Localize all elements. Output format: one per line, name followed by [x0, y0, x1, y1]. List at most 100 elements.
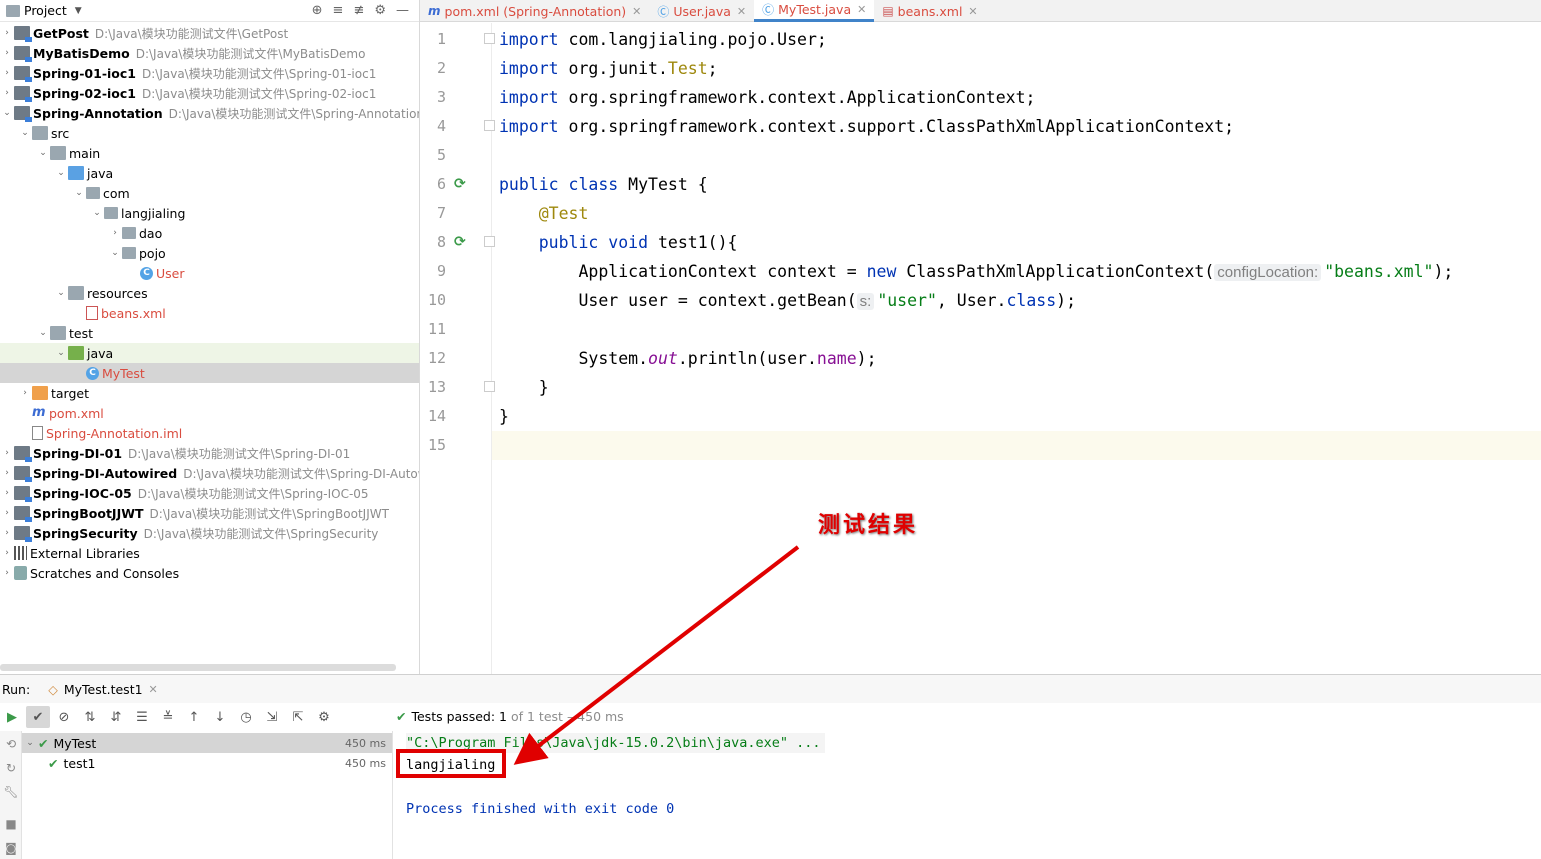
stop-icon[interactable]: ■: [3, 817, 19, 833]
editor-tab[interactable]: Ⓒ MyTest.java ✕: [754, 0, 875, 22]
close-icon[interactable]: ✕: [149, 683, 158, 696]
editor-tab[interactable]: ▤ beans.xml ✕: [874, 0, 985, 22]
chevron-down-icon[interactable]: ⌄: [18, 128, 32, 138]
rerun-failed-icon[interactable]: ⟲: [3, 737, 19, 753]
chevron-right-icon[interactable]: ›: [0, 88, 14, 98]
chevron-right-icon[interactable]: ›: [0, 508, 14, 518]
tree-item[interactable]: › SpringSecurity D:\Java\模块功能测试文件\SpringSe…: [0, 523, 419, 543]
tree-item[interactable]: › External Libraries: [0, 543, 419, 563]
tree-item[interactable]: ⌄ Spring-Annotation D:\Java\模块功能测试文件\Sprin…: [0, 103, 419, 123]
wrench-icon[interactable]: 🔧︎: [3, 785, 19, 801]
history-icon[interactable]: ◷: [234, 706, 258, 728]
close-icon[interactable]: ✕: [632, 5, 641, 18]
code-line-13[interactable]: }: [499, 373, 1541, 402]
collapse-all-icon[interactable]: ≢: [353, 3, 364, 18]
chevron-down-icon[interactable]: ⌄: [36, 328, 50, 338]
tree-item[interactable]: › dao: [0, 223, 419, 243]
code-line-2[interactable]: import org.junit.Test;: [499, 54, 1541, 83]
code-line-8[interactable]: public void test1(){: [499, 228, 1541, 257]
locate-icon[interactable]: ⊕: [312, 3, 323, 18]
toggle-autotest-icon[interactable]: ↻: [3, 761, 19, 777]
close-icon[interactable]: ✕: [968, 5, 977, 18]
code-line-15-current[interactable]: [492, 431, 1541, 460]
code-line-7[interactable]: @Test: [499, 199, 1541, 228]
expand-all-icon[interactable]: ≡: [333, 3, 344, 18]
chevron-down-icon[interactable]: ▼: [75, 6, 82, 16]
tree-item[interactable]: ⌄ com: [0, 183, 419, 203]
fold-marker[interactable]: [484, 381, 495, 392]
tree-item[interactable]: ⌄ java: [0, 343, 419, 363]
code-line-3[interactable]: import org.springframework.context.Appli…: [499, 83, 1541, 112]
run-test-gutter-icon[interactable]: ⟳: [454, 176, 470, 192]
tree-item[interactable]: beans.xml: [0, 303, 419, 323]
chevron-right-icon[interactable]: ›: [0, 488, 14, 498]
tree-item[interactable]: › Spring-DI-Autowired D:\Java\模块功能测试文件\Spr…: [0, 463, 419, 483]
chevron-down-icon[interactable]: ⌄: [0, 108, 14, 118]
tree-item[interactable]: › Spring-01-ioc1 D:\Java\模块功能测试文件\Spring-0…: [0, 63, 419, 83]
tree-item[interactable]: › MyBatisDemo D:\Java\模块功能测试文件\MyBatisDemo: [0, 43, 419, 63]
chevron-right-icon[interactable]: ›: [0, 68, 14, 78]
tree-item[interactable]: ⌄ java: [0, 163, 419, 183]
tree-item[interactable]: ⌄ langjialing: [0, 203, 419, 223]
project-panel-title[interactable]: Project: [24, 3, 67, 18]
tree-item[interactable]: ⌄ src: [0, 123, 419, 143]
chevron-down-icon[interactable]: ⌄: [36, 148, 50, 158]
tree-item[interactable]: ⌄ resources: [0, 283, 419, 303]
next-failed-icon[interactable]: ↓: [208, 706, 232, 728]
chevron-right-icon[interactable]: ›: [0, 468, 14, 478]
tree-item[interactable]: ⌄ pojo: [0, 243, 419, 263]
code-editor[interactable]: 1 2 3 4 5 6 7 8 9 10 11 12 13 14 15 ⟳ ⟳ import com.langj…: [420, 23, 1541, 674]
sort-duration-icon[interactable]: ⇵: [104, 706, 128, 728]
chevron-down-icon[interactable]: ⌄: [108, 248, 122, 258]
tree-item[interactable]: › Scratches and Consoles: [0, 563, 419, 583]
export-tests-icon[interactable]: ⇱: [286, 706, 310, 728]
close-icon[interactable]: ✕: [737, 5, 746, 18]
chevron-down-icon[interactable]: ⌄: [90, 208, 104, 218]
code-line-9[interactable]: ApplicationContext context = new ClassPa…: [499, 257, 1541, 286]
prev-failed-icon[interactable]: ↑: [182, 706, 206, 728]
tree-item[interactable]: C User: [0, 263, 419, 283]
chevron-down-icon[interactable]: ⌄: [72, 188, 86, 198]
gear-icon[interactable]: ⚙: [312, 706, 336, 728]
camera-icon[interactable]: ◙: [3, 841, 19, 857]
chevron-right-icon[interactable]: ›: [0, 48, 14, 58]
expand-all-icon[interactable]: ☰: [130, 706, 154, 728]
sort-alpha-icon[interactable]: ⇅: [78, 706, 102, 728]
collapse-all-icon[interactable]: ≚: [156, 706, 180, 728]
close-icon[interactable]: ✕: [857, 3, 866, 16]
chevron-right-icon[interactable]: ›: [0, 28, 14, 38]
console-output[interactable]: "C:\Program Files\Java\jdk-15.0.2\bin\ja…: [394, 731, 1541, 859]
rerun-icon[interactable]: ▶: [0, 706, 24, 728]
tree-item[interactable]: › SpringBootJJWT D:\Java\模块功能测试文件\SpringBo…: [0, 503, 419, 523]
chevron-down-icon[interactable]: ⌄: [54, 288, 68, 298]
show-passed-icon[interactable]: ✔: [26, 706, 50, 728]
run-tab[interactable]: ◇ MyTest.test1 ✕: [48, 682, 158, 697]
fold-marker[interactable]: [484, 33, 495, 44]
chevron-right-icon[interactable]: ›: [0, 548, 14, 558]
code-line-10[interactable]: User user = context.getBean(s: "user", Us…: [499, 286, 1541, 315]
gear-icon[interactable]: ⚙: [374, 3, 386, 18]
tree-item[interactable]: › Spring-02-ioc1 D:\Java\模块功能测试文件\Spring-0…: [0, 83, 419, 103]
test-row-suite[interactable]: ⌄ ✔ MyTest 450 ms: [22, 733, 392, 753]
chevron-right-icon[interactable]: ›: [0, 528, 14, 538]
tree-item[interactable]: ⌄ main: [0, 143, 419, 163]
chevron-down-icon[interactable]: ⌄: [22, 738, 38, 748]
editor-tab[interactable]: m pom.xml (Spring-Annotation) ✕: [420, 0, 649, 22]
fold-marker[interactable]: [484, 120, 495, 131]
chevron-right-icon[interactable]: ›: [108, 228, 122, 238]
tree-item[interactable]: C MyTest: [0, 363, 419, 383]
horizontal-scrollbar[interactable]: [0, 664, 396, 671]
chevron-down-icon[interactable]: ⌄: [54, 168, 68, 178]
run-test-gutter-icon[interactable]: ⟳: [454, 234, 470, 250]
chevron-down-icon[interactable]: ⌄: [54, 348, 68, 358]
code-line-4[interactable]: import org.springframework.context.suppo…: [499, 112, 1541, 141]
fold-marker[interactable]: [484, 236, 495, 247]
tree-item[interactable]: ⌄ test: [0, 323, 419, 343]
test-row-method[interactable]: ✔ test1 450 ms: [22, 753, 392, 773]
tree-item[interactable]: › Spring-DI-01 D:\Java\模块功能测试文件\Spring-DI-…: [0, 443, 419, 463]
code-line-12[interactable]: System.out.println(user.name);: [499, 344, 1541, 373]
tree-item[interactable]: › target: [0, 383, 419, 403]
tree-item[interactable]: m pom.xml: [0, 403, 419, 423]
code-line-1[interactable]: import com.langjialing.pojo.User;: [499, 25, 1541, 54]
tree-item[interactable]: Spring-Annotation.iml: [0, 423, 419, 443]
